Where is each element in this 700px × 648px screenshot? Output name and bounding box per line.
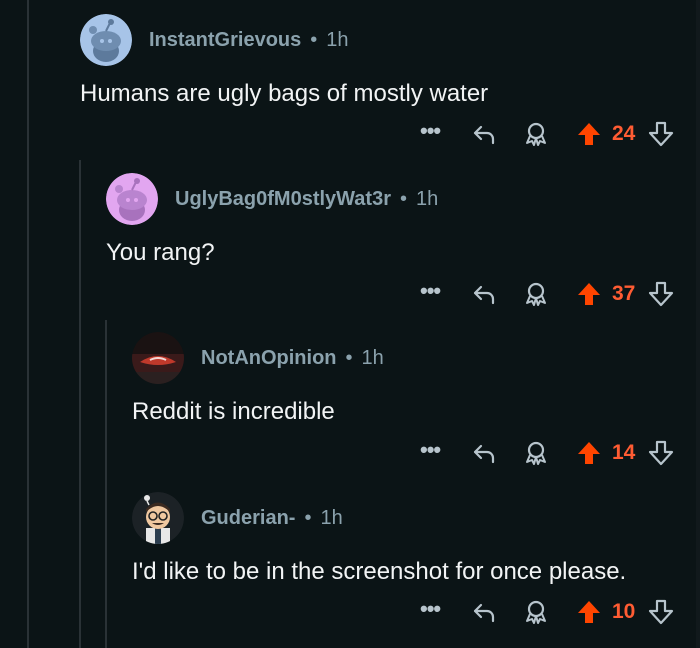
timestamp: 1h (416, 187, 439, 210)
separator-dot: • (310, 28, 318, 51)
award-icon[interactable] (523, 440, 549, 466)
separator-dot: • (345, 346, 353, 369)
username[interactable]: NotAnOpinion (201, 347, 337, 370)
timestamp: 1h (361, 346, 384, 369)
vote-score: 24 (612, 122, 636, 145)
reply-icon[interactable] (471, 440, 497, 466)
vote-score: 14 (612, 441, 636, 464)
comment-text: You rang? (106, 239, 215, 266)
comment-text: Humans are ugly bags of mostly water (80, 80, 489, 107)
reply-icon[interactable] (471, 281, 497, 307)
upvote-icon[interactable] (575, 598, 603, 626)
more-options-button[interactable]: ••• (420, 120, 441, 142)
comment-actions: ••• 14 (0, 436, 700, 470)
upvote-icon[interactable] (575, 439, 603, 467)
upvote-icon[interactable] (575, 280, 603, 308)
vote-score: 37 (612, 282, 636, 305)
comment-text: I'd like to be in the screenshot for onc… (132, 558, 627, 585)
reply-icon[interactable] (471, 121, 497, 147)
username[interactable]: Guderian- (201, 507, 295, 530)
thread-line[interactable] (27, 0, 29, 648)
more-options-button[interactable]: ••• (420, 598, 441, 620)
downvote-icon[interactable] (647, 598, 675, 626)
comment-actions: ••• 37 (0, 277, 700, 311)
snoo-avatar-blue-icon[interactable] (80, 14, 132, 66)
award-icon[interactable] (523, 599, 549, 625)
thread-line[interactable] (79, 160, 81, 648)
photo-avatar-icon[interactable] (132, 332, 184, 384)
downvote-icon[interactable] (647, 280, 675, 308)
cartoon-avatar-icon[interactable] (132, 492, 184, 544)
award-icon[interactable] (523, 281, 549, 307)
comment-text: Reddit is incredible (132, 398, 335, 425)
comment-actions: ••• 10 (0, 595, 700, 629)
scrollbar-track[interactable] (696, 0, 700, 648)
timestamp: 1h (320, 506, 343, 529)
more-options-button[interactable]: ••• (420, 280, 441, 302)
comment-header: NotAnOpinion • 1h (132, 332, 384, 384)
timestamp: 1h (326, 28, 349, 51)
separator-dot: • (399, 187, 407, 210)
upvote-icon[interactable] (575, 120, 603, 148)
comment-header: UglyBag0fM0stlyWat3r • 1h (106, 173, 438, 225)
username[interactable]: InstantGrievous (149, 29, 301, 52)
username[interactable]: UglyBag0fM0stlyWat3r (175, 188, 391, 211)
comment-thread: InstantGrievous • 1h Humans are ugly bag… (0, 0, 700, 648)
downvote-icon[interactable] (647, 439, 675, 467)
comment-header: InstantGrievous • 1h (80, 14, 349, 66)
downvote-icon[interactable] (647, 120, 675, 148)
award-icon[interactable] (523, 121, 549, 147)
comment-actions: ••• 24 (0, 117, 700, 151)
more-options-button[interactable]: ••• (420, 439, 441, 461)
comment-header: Guderian- • 1h (132, 492, 343, 544)
snoo-avatar-purple-icon[interactable] (106, 173, 158, 225)
reply-icon[interactable] (471, 599, 497, 625)
vote-score: 10 (612, 600, 636, 623)
separator-dot: • (304, 506, 312, 529)
